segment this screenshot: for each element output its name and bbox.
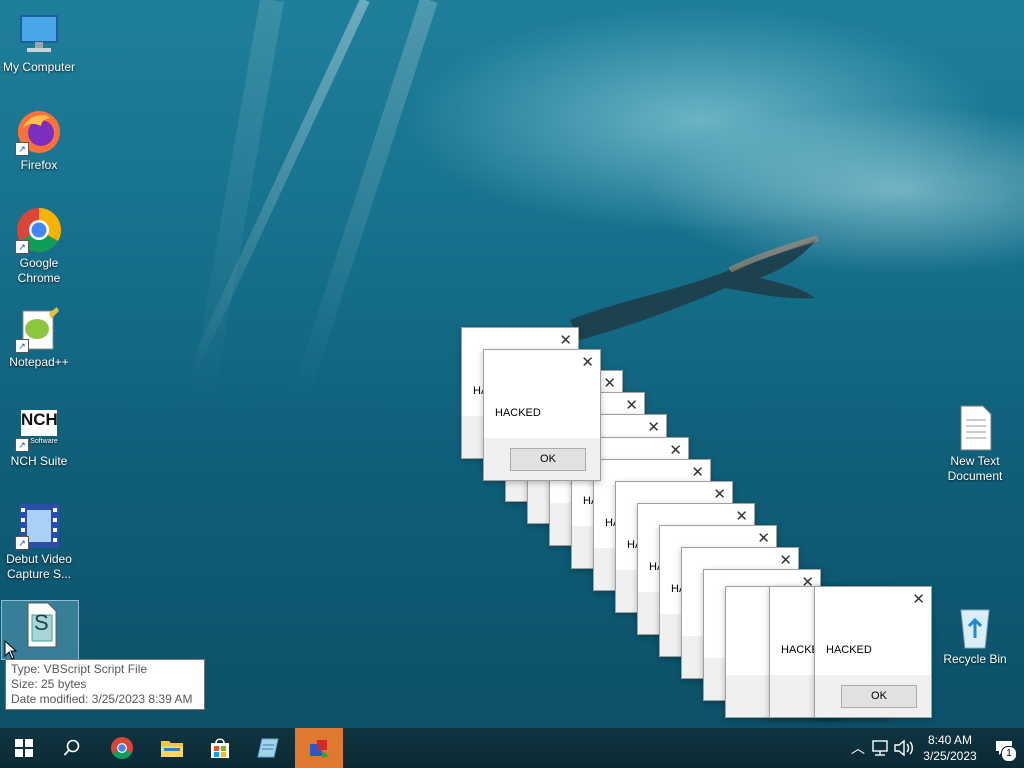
desktop-icon-label: Firefox: [20, 158, 58, 172]
desktop-icon-label: New Text Document: [947, 454, 1003, 483]
clock-date: 3/25/2023: [923, 749, 977, 763]
file-tooltip: Type: VBScript Script File Size: 25 byte…: [5, 659, 205, 710]
wallpaper-mermaid-diver: [570, 235, 819, 340]
notepad-plus-plus-icon: ↗: [15, 305, 63, 353]
folder-icon: [161, 741, 183, 757]
taskbar-file-explorer[interactable]: [148, 728, 196, 768]
volume-icon[interactable]: [892, 739, 916, 757]
mouse-cursor-icon: [4, 640, 18, 660]
shortcut-arrow-icon: ↗: [15, 240, 29, 254]
system-tray: ︿ 8:40 AM 3/25/2023 1: [846, 728, 1024, 768]
network-icon[interactable]: [870, 739, 892, 757]
close-icon[interactable]: ✕: [713, 487, 726, 502]
message-box-footer: OK: [484, 438, 600, 480]
search-button[interactable]: [48, 728, 96, 768]
shortcut-arrow-icon: ↗: [15, 536, 29, 550]
message-box[interactable]: ✕ HACKED OK: [483, 349, 601, 481]
store-bag-icon: [211, 738, 229, 758]
desktop-icon-label: Google Chrome: [17, 256, 61, 285]
desktop-icon-label: NCH Suite: [10, 454, 68, 468]
nch-logo-icon: NCH Software ↗: [15, 404, 63, 452]
close-icon[interactable]: ✕: [559, 333, 572, 348]
chrome-icon: [111, 737, 133, 759]
search-icon: [63, 739, 80, 756]
tooltip-date-modified: Date modified: 3/25/2023 8:39 AM: [11, 692, 193, 706]
close-icon[interactable]: ✕: [735, 509, 748, 524]
desktop-icon-my-computer[interactable]: My Computer: [1, 10, 77, 75]
close-icon[interactable]: ✕: [912, 592, 925, 607]
desktop-icon-notepad-plus-plus[interactable]: ↗ Notepad++: [1, 305, 77, 370]
shortcut-arrow-icon: ↗: [15, 142, 29, 156]
taskbar-chrome[interactable]: [98, 728, 146, 768]
desktop-icon-debut-video-capture[interactable]: ↗ Debut Video Capture S...: [1, 502, 77, 582]
message-box-footer: OK: [815, 675, 931, 717]
close-icon[interactable]: ✕: [669, 443, 682, 458]
ok-button[interactable]: OK: [510, 448, 586, 471]
desktop-icon-nch-suite[interactable]: NCH Software ↗ NCH Suite: [1, 404, 77, 469]
script-host-icon: [310, 740, 329, 758]
chrome-icon: ↗: [15, 206, 63, 254]
close-icon[interactable]: ✕: [625, 398, 638, 413]
desktop-icon-recycle-bin[interactable]: Recycle Bin: [937, 602, 1013, 667]
text-file-icon: [951, 404, 999, 452]
message-text: HACKED: [826, 644, 872, 656]
firefox-icon: ↗: [15, 108, 63, 156]
close-icon[interactable]: ✕: [603, 376, 616, 391]
tooltip-size: Size: 25 bytes: [11, 677, 87, 691]
message-box[interactable]: ✕ HACKED OK: [814, 586, 932, 718]
notification-count-badge: 1: [1001, 746, 1017, 762]
message-text: HACKED: [495, 407, 541, 419]
tooltip-type: Type: VBScript Script File: [11, 662, 148, 676]
desktop-icon-label: Debut Video Capture S...: [6, 552, 72, 581]
taskbar-clock[interactable]: 8:40 AM 3/25/2023: [916, 732, 984, 764]
notification-center-button[interactable]: 1: [984, 728, 1024, 768]
desktop-icon-firefox[interactable]: ↗ Firefox: [1, 108, 77, 173]
desktop-icon-new-text-document[interactable]: New Text Document: [937, 404, 1013, 484]
monitor-icon: [15, 10, 63, 58]
vbscript-file-icon: S: [16, 601, 64, 649]
recycle-bin-icon: [951, 602, 999, 650]
shortcut-arrow-icon: ↗: [15, 438, 29, 452]
wallpaper-light-ray: [290, 0, 438, 403]
windows-logo-icon: [15, 739, 33, 757]
clock-time: 8:40 AM: [927, 733, 973, 747]
taskbar-notepad[interactable]: [244, 728, 292, 768]
desktop-icon-label: My Computer: [2, 60, 76, 74]
close-icon[interactable]: ✕: [581, 355, 594, 370]
desktop-icon-google-chrome[interactable]: ↗ Google Chrome: [1, 206, 77, 286]
taskbar: ︿ 8:40 AM 3/25/2023 1: [0, 728, 1024, 768]
ok-button[interactable]: OK: [841, 685, 917, 708]
close-icon[interactable]: ✕: [757, 531, 770, 546]
film-strip-icon: ↗: [15, 502, 63, 550]
close-icon[interactable]: ✕: [779, 553, 792, 568]
start-button[interactable]: [0, 728, 48, 768]
chevron-up-icon[interactable]: ︿: [846, 738, 870, 758]
close-icon[interactable]: ✕: [691, 465, 704, 480]
taskbar-active-app[interactable]: [295, 728, 343, 768]
desktop-icon-label: Notepad++: [9, 355, 69, 369]
shortcut-arrow-icon: ↗: [15, 339, 29, 353]
desktop-icon-label: Recycle Bin: [943, 652, 1007, 666]
notepad-icon: [257, 738, 279, 758]
close-icon[interactable]: ✕: [647, 420, 660, 435]
taskbar-microsoft-store[interactable]: [196, 728, 244, 768]
